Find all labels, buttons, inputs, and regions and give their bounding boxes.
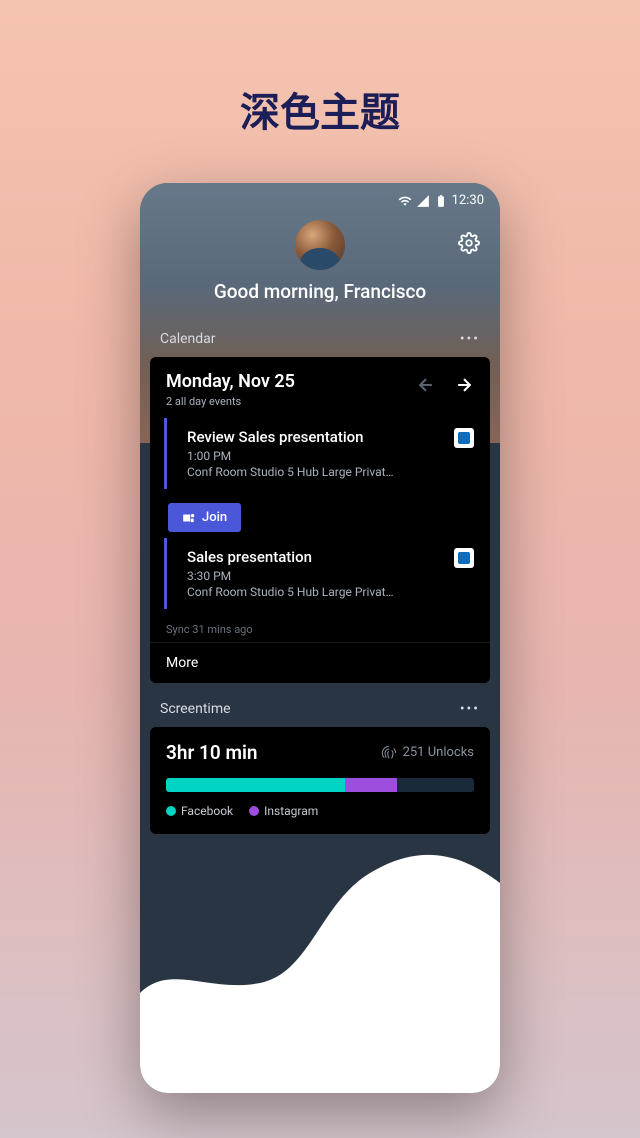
event-title: Review Sales presentation [187,428,474,446]
avatar[interactable] [295,220,345,270]
arrow-left-icon [416,375,436,395]
status-time: 12:30 [452,193,484,208]
calendar-event[interactable]: Review Sales presentation 1:00 PM Conf R… [164,418,490,489]
outlook-icon [454,548,474,568]
wifi-icon [398,194,412,208]
header [140,214,500,280]
prev-day-button[interactable] [416,375,436,399]
legend-dot [166,806,176,816]
outlook-icon [454,428,474,448]
more-icon[interactable]: ••• [460,331,480,347]
battery-icon [434,194,448,208]
gear-icon [458,232,480,254]
bar-segment-other [397,778,474,792]
event-time: 3:30 PM [187,569,474,583]
event-location: Conf Room Studio 5 Hub Large Privat… [187,465,427,479]
legend-item: Facebook [166,804,233,818]
nav-glance[interactable]: Glance [160,1049,194,1082]
calendar-allday: 2 all day events [166,395,295,408]
screentime-card[interactable]: 3hr 10 min 251 Unlocks Facebook Instagra… [150,727,490,834]
join-button[interactable]: Join [168,503,241,532]
settings-button[interactable] [458,232,480,258]
next-day-button[interactable] [454,375,474,399]
unlocks-count: 251 Unlocks [403,745,474,760]
calendar-label: Calendar [160,331,216,347]
greeting-text: Good morning, Francisco [140,280,500,303]
more-icon[interactable]: ••• [460,701,480,717]
page-title: 深色主题 [240,80,400,138]
screentime-total: 3hr 10 min [166,741,258,764]
arrow-right-icon [454,375,474,395]
bar-segment-instagram [345,778,397,792]
glance-icon [168,1049,186,1067]
screentime-label: Screentime [160,701,231,717]
calendar-card: Monday, Nov 25 2 all day events Review S… [150,357,490,683]
screentime-legend: Facebook Instagram [166,804,474,818]
screentime-bar [166,778,474,792]
screentime-section-header: Screentime ••• [140,701,500,727]
calendar-event[interactable]: Sales presentation 3:30 PM Conf Room Stu… [164,538,490,609]
fingerprint-icon [381,745,397,761]
more-button[interactable]: More [150,642,490,683]
phone-frame: 12:30 Good morning, Francisco Calendar •… [140,183,500,1093]
event-title: Sales presentation [187,548,474,566]
legend-label: Instagram [264,804,318,818]
teams-icon [182,511,196,525]
sync-status: Sync 31 mins ago [150,615,490,642]
calendar-date: Monday, Nov 25 [166,371,295,392]
event-location: Conf Room Studio 5 Hub Large Privat… [187,585,427,599]
legend-dot [249,806,259,816]
bar-segment-facebook [166,778,345,792]
event-time: 1:00 PM [187,449,474,463]
calendar-section-header: Calendar ••• [140,331,500,357]
legend-label: Facebook [181,804,233,818]
bottom-nav: Glance [140,1037,500,1093]
legend-item: Instagram [249,804,318,818]
signal-icon [416,194,430,208]
status-bar: 12:30 [140,183,500,214]
nav-label: Glance [160,1069,194,1082]
join-label: Join [202,510,227,525]
